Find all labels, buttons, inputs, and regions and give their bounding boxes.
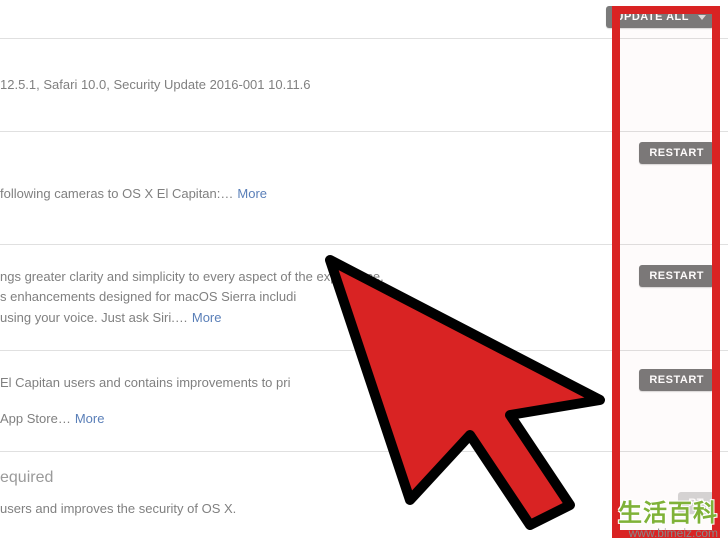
more-link[interactable]: More: [237, 186, 267, 201]
restart-button[interactable]: RESTART: [639, 142, 714, 164]
restart-button[interactable]: RESTART: [639, 265, 714, 287]
update-item: El Capitan users and contains improvemen…: [0, 351, 728, 452]
restart-button[interactable]: RESTART: [639, 369, 714, 391]
update-description: El Capitan users and contains improvemen…: [0, 373, 714, 429]
more-link[interactable]: More: [75, 411, 105, 426]
update-all-button[interactable]: UPDATE ALL: [606, 6, 714, 28]
more-link[interactable]: More: [192, 310, 222, 325]
update-description: 12.5.1, Safari 10.0, Security Update 201…: [0, 75, 714, 95]
update-item: 12.5.1, Safari 10.0, Security Update 201…: [0, 39, 728, 132]
update-item: RESTART following cameras to OS X El Cap…: [0, 132, 728, 245]
update-description: following cameras to OS X El Capitan:…Mo…: [0, 184, 714, 204]
update-item: ngs greater clarity and simplicity to ev…: [0, 245, 728, 350]
update-all-label: UPDATE ALL: [616, 11, 689, 23]
header-row: UPDATE ALL: [0, 0, 728, 39]
restart-button[interactable]: RT: [678, 492, 714, 514]
update-item: equired users and improves the security …: [0, 452, 728, 529]
section-heading: equired: [0, 466, 614, 491]
update-description: equired users and improves the security …: [0, 466, 714, 519]
chevron-down-icon: [698, 15, 706, 20]
update-description: ngs greater clarity and simplicity to ev…: [0, 267, 714, 327]
